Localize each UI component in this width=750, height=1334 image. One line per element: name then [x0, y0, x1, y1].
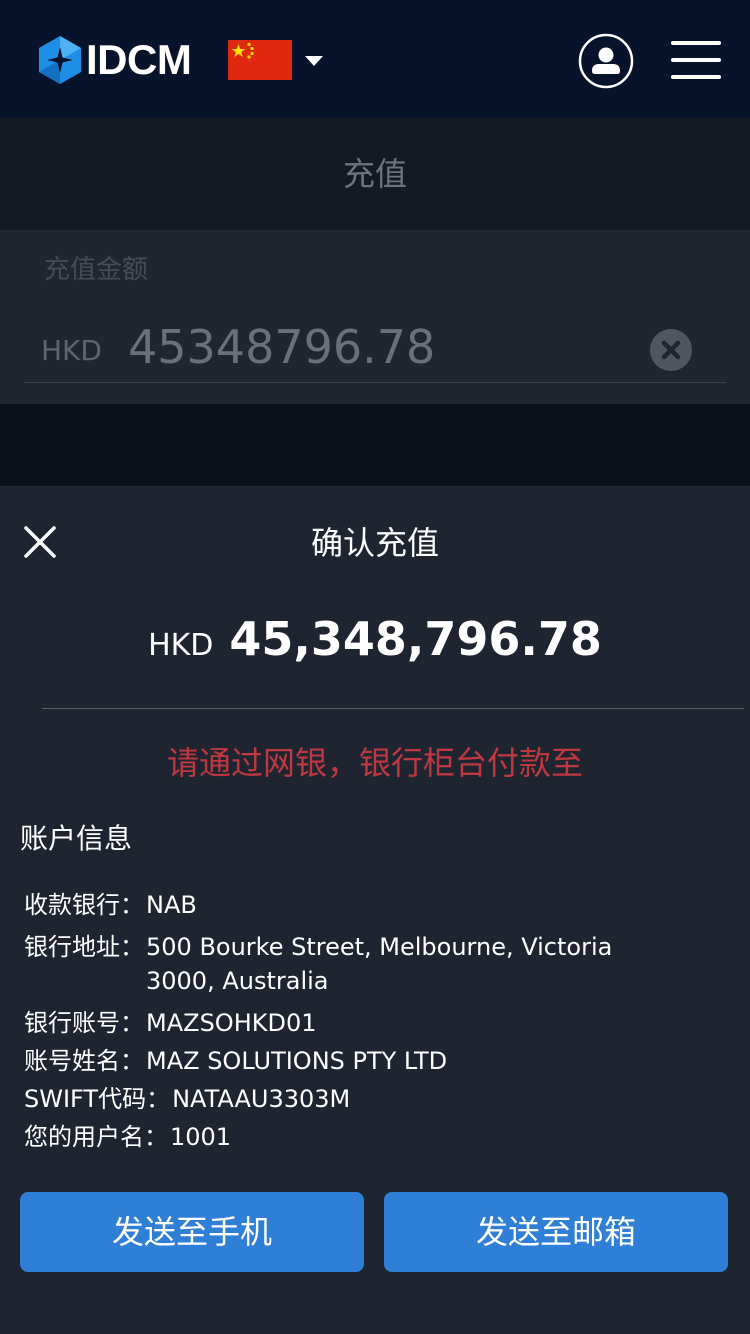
clear-input-icon[interactable] [650, 329, 692, 371]
info-label: SWIFT代码： [24, 1085, 171, 1113]
page-title: 充值 [342, 155, 407, 193]
hamburger-menu-icon[interactable] [671, 40, 721, 80]
info-value: MAZSOHKD01 [146, 1009, 317, 1037]
confirm-amount-value: 45,348,796.78 [229, 612, 602, 666]
dimmed-background[interactable] [0, 404, 750, 486]
info-row-bank: 收款银行： NAB [24, 888, 197, 922]
info-value: NAB [146, 891, 197, 919]
info-value: MAZ SOLUTIONS PTY LTD [146, 1047, 448, 1075]
amount-label: 充值金额 [44, 255, 149, 285]
confirm-amount: HKD 45,348,796.78 [0, 612, 750, 666]
language-dropdown-caret-icon[interactable] [303, 54, 325, 68]
divider [42, 708, 744, 709]
info-row-bank-address: 银行地址： 500 Bourke Street, Melbourne, Vict… [24, 930, 666, 998]
confirm-currency: HKD [148, 628, 214, 663]
amount-input-underline [24, 382, 726, 383]
brand-name[interactable]: IDCM [86, 34, 192, 86]
send-to-phone-button[interactable]: 发送至手机 [20, 1192, 364, 1272]
info-value: NATAAU3303M [172, 1085, 351, 1113]
info-label: 银行账号： [24, 1009, 144, 1037]
info-row-swift: SWIFT代码： NATAAU3303M [24, 1082, 350, 1116]
user-account-icon[interactable] [578, 33, 634, 89]
china-flag-icon[interactable] [228, 40, 292, 80]
info-row-username: 您的用户名： 1001 [24, 1120, 231, 1154]
info-label: 收款银行： [24, 891, 144, 919]
info-value: 1001 [170, 1123, 232, 1151]
info-value: 500 Bourke Street, Melbourne, Victoria 3… [146, 933, 613, 995]
top-navigation-bar: IDCM [0, 0, 750, 118]
sheet-title: 确认充值 [310, 524, 439, 562]
amount-currency-label: HKD [41, 334, 102, 367]
send-to-email-button[interactable]: 发送至邮箱 [384, 1192, 728, 1272]
account-info-title: 账户信息 [20, 822, 133, 855]
info-label: 账号姓名： [24, 1047, 144, 1075]
payment-notice: 请通过网银，银行柜台付款至 [166, 744, 583, 782]
idcm-logo-icon[interactable] [34, 34, 86, 86]
info-label: 银行地址： [24, 933, 144, 961]
info-label: 您的用户名： [24, 1123, 168, 1151]
info-row-account-number: 银行账号： MAZSOHKD01 [24, 1006, 317, 1040]
amount-input[interactable]: 45348796.78 [128, 318, 435, 376]
info-row-account-name: 账号姓名： MAZ SOLUTIONS PTY LTD [24, 1044, 447, 1078]
